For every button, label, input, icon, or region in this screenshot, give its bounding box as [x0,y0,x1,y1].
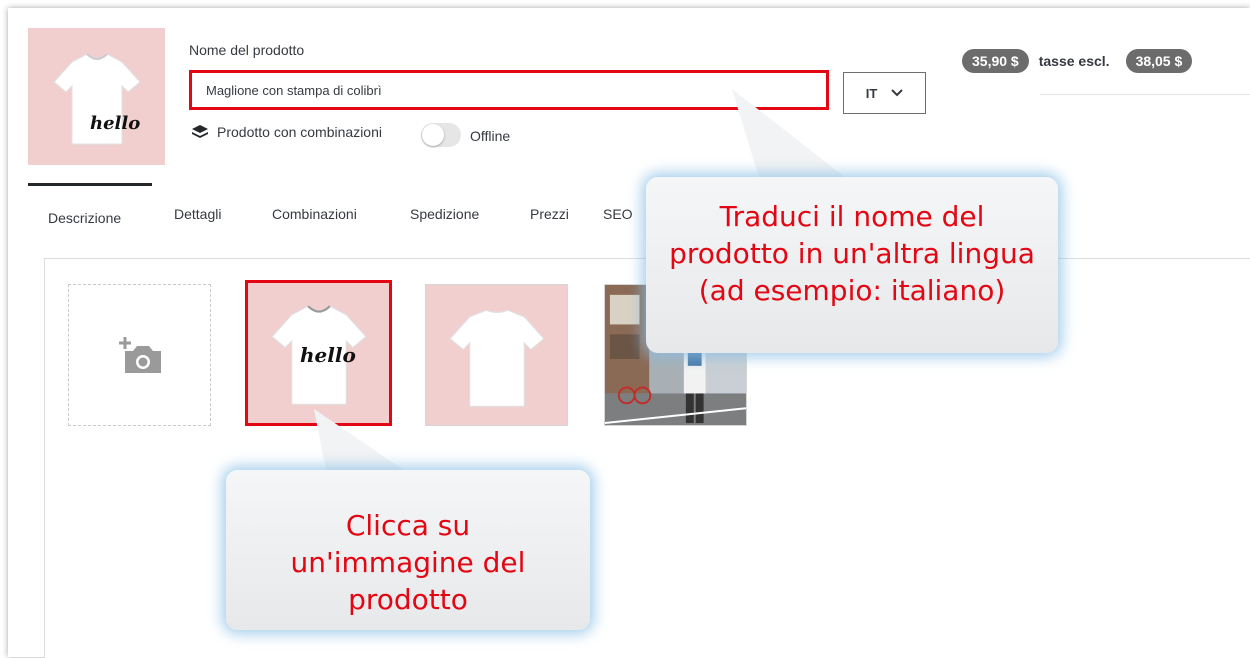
image-1-print: hello [300,343,356,367]
add-photo-icon [118,337,161,373]
tab-descrizione[interactable]: Descrizione [48,210,121,226]
product-image-2[interactable] [425,284,568,426]
active-tab-indicator [28,183,152,186]
online-toggle[interactable] [421,123,461,147]
language-select-value: IT [865,85,878,101]
price-summary: 35,90 $ tasse escl. 38,05 $ [962,49,1193,73]
tab-prezzi[interactable]: Prezzi [530,206,569,222]
tshirt-image [52,52,141,144]
tooltip-click-image: Clicca su un'immagine del prodotto [226,470,590,630]
tshirt-back-image [448,309,545,407]
combinations-option[interactable]: Prodotto con combinazioni [191,124,382,140]
tax-excl-label: tasse escl. [1038,53,1110,69]
add-image-button[interactable] [68,284,211,426]
product-name-label: Nome del prodotto [189,42,305,58]
toggle-knob [422,124,444,146]
layers-icon [192,125,208,138]
price-tax-excl-badge: 35,90 $ [962,49,1029,73]
tab-combinazioni[interactable]: Combinazioni [272,206,357,222]
price-divider [1040,94,1250,95]
tooltip-translate-arrow [732,89,850,181]
tooltip-translate: Traduci il nome del prodotto in un'altra… [646,177,1058,353]
tab-dettagli[interactable]: Dettagli [174,206,221,222]
chevron-down-icon [891,89,903,97]
thumbnail-print: hello [90,113,141,134]
combinations-label: Prodotto con combinazioni [217,124,382,140]
status-label: Offline [470,128,511,144]
product-thumbnail[interactable]: hello [28,28,165,165]
tab-spedizione[interactable]: Spedizione [410,206,479,222]
price-tax-incl-badge: 38,05 $ [1125,49,1193,73]
tab-seo[interactable]: SEO [603,206,633,222]
